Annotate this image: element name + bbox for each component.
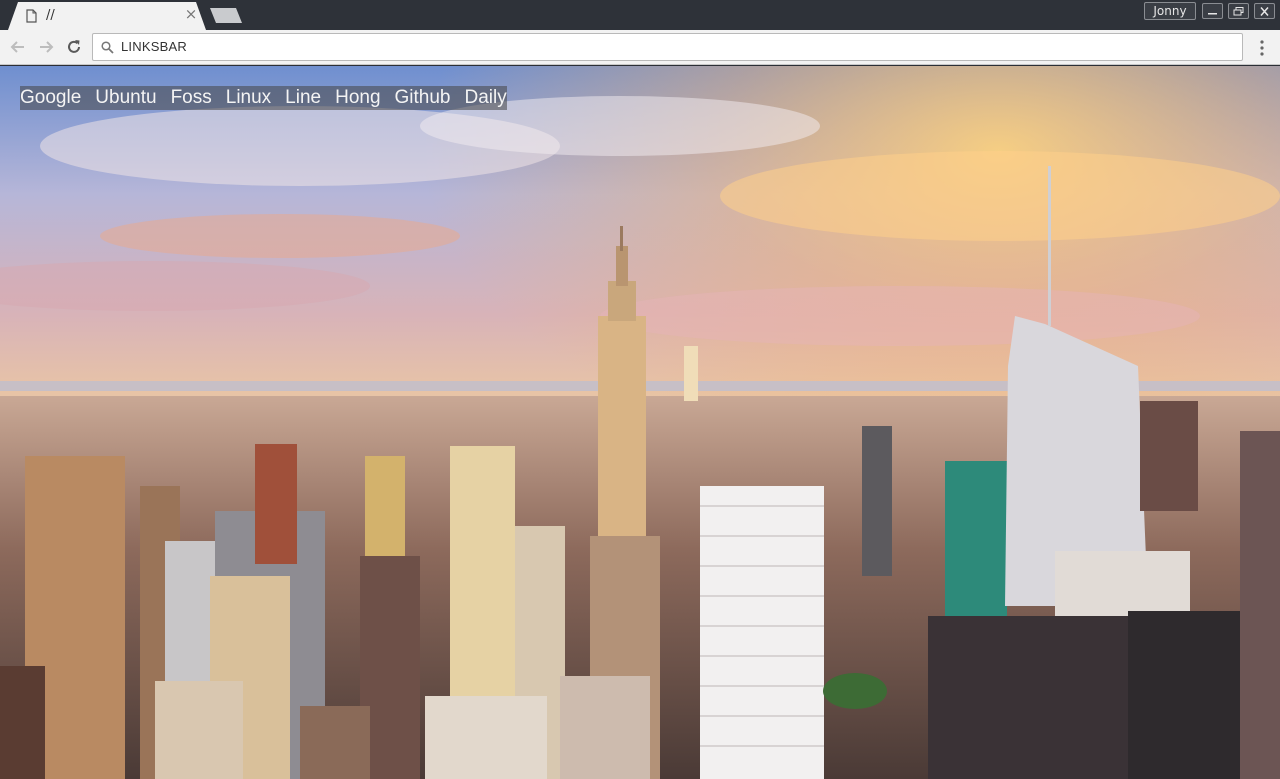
- menu-dots-icon[interactable]: [1255, 39, 1269, 57]
- city-skyline-background: [0, 66, 1280, 779]
- link-daily[interactable]: Daily: [465, 86, 507, 110]
- page-viewport: Google Ubuntu Foss Linux Line Hong Githu…: [0, 66, 1280, 779]
- restore-icon: [1233, 7, 1244, 16]
- search-icon: [101, 41, 114, 54]
- link-hong[interactable]: Hong: [335, 86, 380, 110]
- reload-icon[interactable]: [65, 38, 83, 56]
- link-ubuntu[interactable]: Ubuntu: [95, 86, 156, 110]
- restore-button[interactable]: [1228, 3, 1249, 19]
- profile-button[interactable]: Jonny: [1144, 2, 1196, 20]
- link-google[interactable]: Google: [20, 86, 81, 110]
- link-linux[interactable]: Linux: [226, 86, 271, 110]
- close-window-button[interactable]: [1254, 3, 1275, 19]
- link-line[interactable]: Line: [285, 86, 321, 110]
- tab-title: //: [46, 8, 55, 23]
- minimize-button[interactable]: [1202, 3, 1223, 19]
- back-arrow-icon[interactable]: [9, 38, 27, 56]
- close-icon: [1260, 7, 1269, 16]
- page-icon: [26, 9, 37, 23]
- links-bar: Google Ubuntu Foss Linux Line Hong Githu…: [20, 86, 507, 110]
- link-foss[interactable]: Foss: [171, 86, 212, 110]
- address-bar[interactable]: LINKSBAR: [92, 33, 1243, 61]
- title-bar: // × Jonny: [0, 0, 1280, 30]
- minimize-icon: [1208, 13, 1217, 15]
- new-tab-button[interactable]: [210, 8, 242, 23]
- browser-toolbar: LINKSBAR: [0, 30, 1280, 65]
- forward-arrow-icon[interactable]: [37, 38, 55, 56]
- link-github[interactable]: Github: [395, 86, 451, 110]
- address-text: LINKSBAR: [121, 39, 187, 54]
- tab-active[interactable]: // ×: [8, 2, 206, 30]
- tab-close-icon[interactable]: ×: [184, 7, 198, 22]
